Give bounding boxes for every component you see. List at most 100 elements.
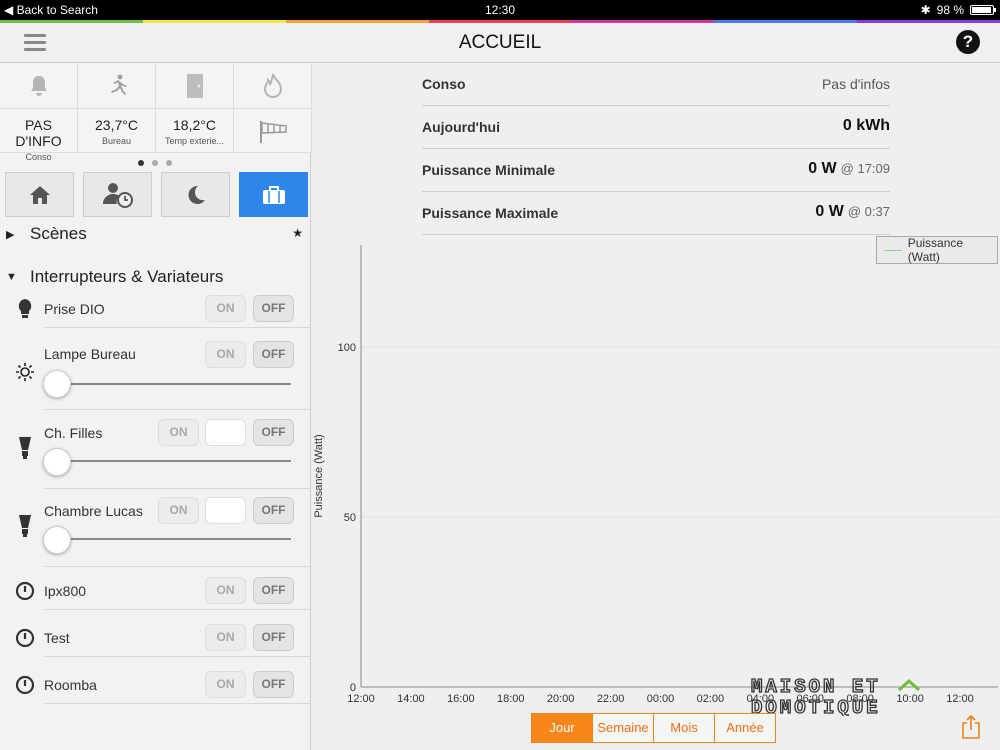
device-test: Test ON OFF — [0, 621, 311, 657]
divider — [44, 327, 310, 328]
divider — [44, 409, 310, 410]
on-button[interactable]: ON — [158, 497, 199, 524]
page-dots[interactable] — [138, 160, 172, 166]
divider — [44, 703, 310, 704]
on-button[interactable]: ON — [205, 341, 246, 368]
dimmer-knob[interactable] — [43, 526, 71, 554]
info-label: Aujourd'hui — [422, 119, 500, 135]
y-tick-label: 50 — [344, 512, 356, 524]
period-selector: Jour Semaine Mois Année — [531, 713, 776, 743]
battery-percent: 98 % — [936, 3, 964, 17]
chart-legend[interactable]: Puissance (Watt) — [876, 236, 998, 264]
blank-button[interactable] — [205, 497, 246, 524]
off-button[interactable]: OFF — [253, 295, 294, 322]
tile-flame[interactable] — [234, 64, 312, 153]
device-chambre-lucas: Chambre Lucas ON OFF — [0, 494, 311, 564]
tile-bureau[interactable]: 23,7°C Bureau — [78, 64, 156, 153]
collapsed-arrow-icon: ▶ — [6, 229, 15, 241]
period-week-button[interactable]: Semaine — [592, 713, 654, 743]
door-icon — [186, 74, 203, 98]
on-button[interactable]: ON — [205, 624, 246, 651]
device-name: Ipx800 — [44, 583, 87, 599]
x-tick-label: 12:00 — [347, 693, 375, 705]
period-month-button[interactable]: Mois — [653, 713, 715, 743]
info-time: @ 0:37 — [847, 204, 890, 219]
dimmer-track[interactable] — [44, 383, 291, 385]
battery-icon — [970, 5, 996, 15]
y-axis-label: Puissance (Watt) — [313, 434, 325, 517]
power-icon — [15, 581, 35, 601]
y-tick-label: 100 — [338, 342, 356, 354]
off-button[interactable]: OFF — [253, 497, 294, 524]
help-icon[interactable]: ? — [956, 30, 980, 54]
device-lampe-bureau: Lampe Bureau ON OFF — [0, 338, 311, 408]
share-icon[interactable] — [960, 714, 982, 740]
device-name: Roomba — [44, 677, 97, 693]
off-button[interactable]: OFF — [253, 341, 294, 368]
dimmer-track[interactable] — [44, 538, 291, 540]
tile-value: 23,7°C — [95, 117, 138, 133]
info-row-today: Aujourd'hui 0 kWh — [422, 106, 890, 149]
device-roomba: Roomba ON OFF — [0, 668, 311, 704]
info-row-min-power: Puissance Minimale 0 W @ 17:09 — [422, 149, 890, 192]
briefcase-icon — [262, 185, 285, 204]
lightbulb-icon — [15, 299, 35, 319]
power-chart[interactable]: 05010012:00 14:00 16:00 18:00 20:00 22:00 00:0… — [312, 235, 1000, 710]
on-button[interactable]: ON — [205, 577, 246, 604]
expanded-arrow-icon: ▼ — [6, 271, 17, 283]
status-right: ✱ 98 % — [920, 3, 996, 17]
bell-icon — [30, 76, 47, 96]
scenes-title: Scènes — [30, 224, 87, 243]
divider — [44, 566, 310, 567]
mode-away-button[interactable] — [239, 172, 308, 217]
mode-home-button[interactable] — [5, 172, 74, 217]
windsock-icon — [259, 121, 287, 143]
on-button[interactable]: ON — [158, 419, 199, 446]
x-tick-label: 00:00 — [647, 693, 675, 705]
blank-button[interactable] — [205, 419, 246, 446]
bulb-dark-icon — [15, 437, 35, 459]
device-ch-filles: Ch. Filles ON OFF — [0, 416, 311, 486]
power-icon — [15, 628, 35, 648]
tile-temp-exterieure[interactable]: 18,2°C Temp exterie... — [156, 64, 234, 153]
x-tick-label: 14:00 — [397, 693, 425, 705]
nav-bar: ACCUEIL ? — [0, 23, 1000, 63]
star-icon[interactable]: ★ — [292, 226, 303, 240]
period-year-button[interactable]: Année — [714, 713, 776, 743]
info-value: 0 W — [815, 203, 844, 220]
tile-conso[interactable]: PAS D'INFO Conso — [0, 64, 78, 162]
watermark-line1: MAISON ET — [751, 676, 881, 698]
tile-label: Bureau — [101, 136, 132, 146]
device-name: Test — [44, 630, 70, 646]
sidebar: PAS D'INFO Conso 23,7°C Bureau 18,2°C Temp … — [0, 64, 312, 750]
tile-label: Conso — [25, 152, 52, 162]
home-icon — [29, 185, 50, 204]
power-icon — [15, 675, 35, 695]
off-button[interactable]: OFF — [253, 577, 294, 604]
mode-schedule-button[interactable] — [83, 172, 152, 217]
info-value: Pas d'infos — [821, 76, 890, 92]
x-tick-label: 22:00 — [597, 693, 625, 705]
info-label: Puissance Minimale — [422, 162, 556, 178]
device-prise-dio: Prise DIO ON OFF — [0, 292, 311, 328]
info-row-conso: Conso Pas d'infos — [422, 63, 890, 106]
off-button[interactable]: OFF — [253, 419, 294, 446]
tile-value: 18,2°C — [173, 117, 216, 133]
dimmer-knob[interactable] — [43, 370, 71, 398]
on-button[interactable]: ON — [205, 295, 246, 322]
divider — [44, 488, 310, 489]
device-name: Lampe Bureau — [44, 346, 136, 362]
bluetooth-icon: ✱ — [920, 3, 931, 17]
period-day-button[interactable]: Jour — [531, 713, 593, 743]
info-row-max-power: Puissance Maximale 0 W @ 0:37 — [422, 192, 890, 235]
flame-icon — [263, 73, 282, 98]
on-button[interactable]: ON — [205, 671, 246, 698]
dimmer-knob[interactable] — [43, 448, 71, 476]
switches-header[interactable]: ▼ Interrupteurs & Variateurs — [0, 267, 311, 291]
off-button[interactable]: OFF — [253, 671, 294, 698]
off-button[interactable]: OFF — [253, 624, 294, 651]
dimmer-track[interactable] — [44, 460, 291, 462]
tile-label: Temp exterie... — [164, 136, 225, 146]
scenes-header[interactable]: ▶ Scènes ★ — [0, 224, 311, 248]
mode-night-button[interactable] — [161, 172, 230, 217]
